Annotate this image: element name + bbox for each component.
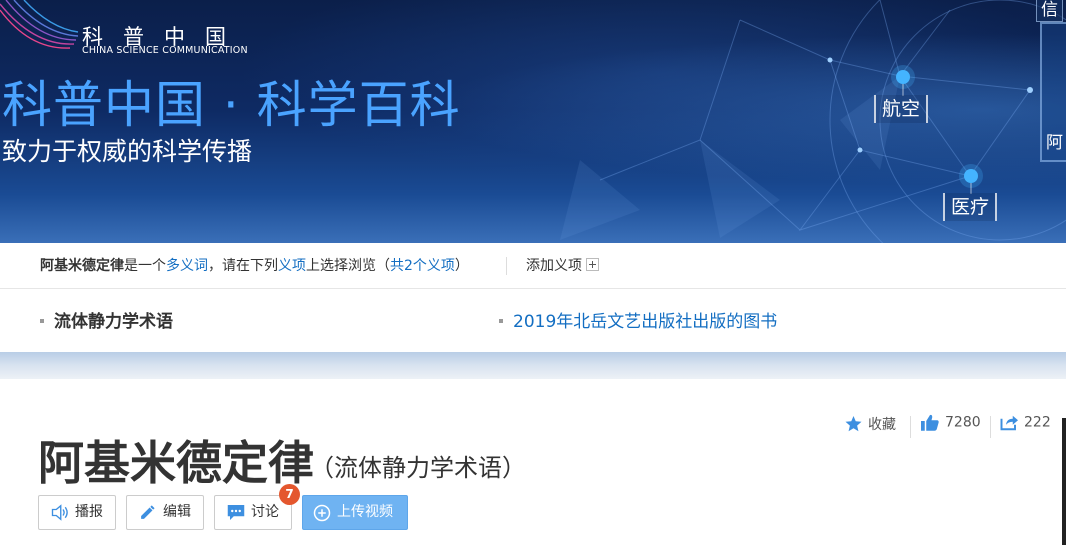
- topic-node-medical[interactable]: 医疗: [943, 193, 998, 221]
- logo-english-text: CHINA SCIENCE COMMUNICATION: [82, 45, 248, 56]
- discuss-label: 讨论: [251, 504, 279, 520]
- sense-item-active[interactable]: 流体静力学术语: [40, 310, 173, 334]
- edit-label: 编辑: [163, 504, 191, 520]
- divider: [506, 257, 507, 275]
- banner: 科普中国 CHINA SCIENCE COMMUNICATION 科普中国 · …: [0, 0, 1066, 243]
- sense-count-link[interactable]: 共2个义项: [390, 258, 455, 274]
- divider: [910, 416, 911, 438]
- topic-node-aviation[interactable]: 航空: [874, 95, 929, 123]
- play-audio-button[interactable]: 播报: [38, 495, 116, 530]
- logo-swirl-icon: [0, 0, 79, 49]
- upload-video-label: 上传视频: [337, 504, 393, 520]
- edit-button[interactable]: 编辑: [126, 495, 204, 530]
- share-button[interactable]: 222: [1000, 414, 1051, 440]
- banner-subtitle: 致力于权威的科学传播: [2, 137, 253, 166]
- star-icon: [845, 416, 862, 432]
- polysemy-notice: 阿基米德定律是一个多义词，请在下列义项上选择浏览（共2个义项）: [40, 256, 469, 276]
- share-icon: [1000, 415, 1018, 431]
- sense-label: 2019年北岳文艺出版社出版的图书: [513, 312, 778, 332]
- polysemy-text-after: 上选择浏览（: [306, 258, 390, 274]
- bullet-icon: [40, 319, 44, 323]
- polysemy-bar: 阿基米德定律是一个多义词，请在下列义项上选择浏览（共2个义项） 添加义项: [0, 243, 1066, 289]
- plus-icon: [586, 258, 599, 271]
- thumbs-up-icon: [921, 414, 939, 431]
- banner-title: 科普中国 · 科学百科: [2, 76, 461, 134]
- polysemy-text-is: 是一个: [124, 258, 166, 274]
- discuss-count-badge: 7: [279, 484, 300, 505]
- sidebar-edge: [1062, 418, 1066, 545]
- add-sense-label: 添加义项: [526, 258, 582, 274]
- entry-title: 阿基米德定律: [38, 436, 314, 490]
- divider: [990, 416, 991, 438]
- section-gap: [0, 352, 1066, 379]
- bullet-icon: [499, 319, 503, 323]
- add-sense-button[interactable]: 添加义项: [526, 256, 599, 276]
- like-count: 7280: [945, 414, 981, 431]
- side-tab-top[interactable]: 信: [1036, 0, 1063, 22]
- site-logo[interactable]: 科普中国 CHINA SCIENCE COMMUNICATION: [0, 0, 280, 62]
- sense-list: 流体静力学术语 2019年北岳文艺出版社出版的图书: [0, 290, 1066, 352]
- like-button[interactable]: 7280: [921, 414, 981, 440]
- polysemy-term: 阿基米德定律: [40, 258, 124, 274]
- polysemy-text-close: ）: [454, 258, 469, 274]
- speaker-icon: [51, 504, 68, 521]
- sense-item[interactable]: 2019年北岳文艺出版社出版的图书: [499, 310, 777, 334]
- share-count: 222: [1024, 414, 1051, 431]
- entry-subtitle: （流体静力学术语）: [310, 454, 526, 482]
- upload-video-button[interactable]: 上传视频: [302, 495, 408, 530]
- favorite-label: 收藏: [868, 417, 896, 433]
- side-tab-mid[interactable]: 阿: [1042, 132, 1066, 154]
- plus-circle-icon: [313, 504, 331, 522]
- pencil-icon: [141, 505, 155, 519]
- comment-icon: [227, 505, 245, 520]
- play-label: 播报: [75, 504, 103, 520]
- polysemy-text-mid: ，请在下列: [208, 258, 278, 274]
- sense-label: 流体静力学术语: [54, 312, 173, 332]
- favorite-button[interactable]: 收藏: [845, 414, 896, 440]
- sense-link[interactable]: 义项: [278, 258, 306, 274]
- polysemy-link[interactable]: 多义词: [166, 258, 208, 274]
